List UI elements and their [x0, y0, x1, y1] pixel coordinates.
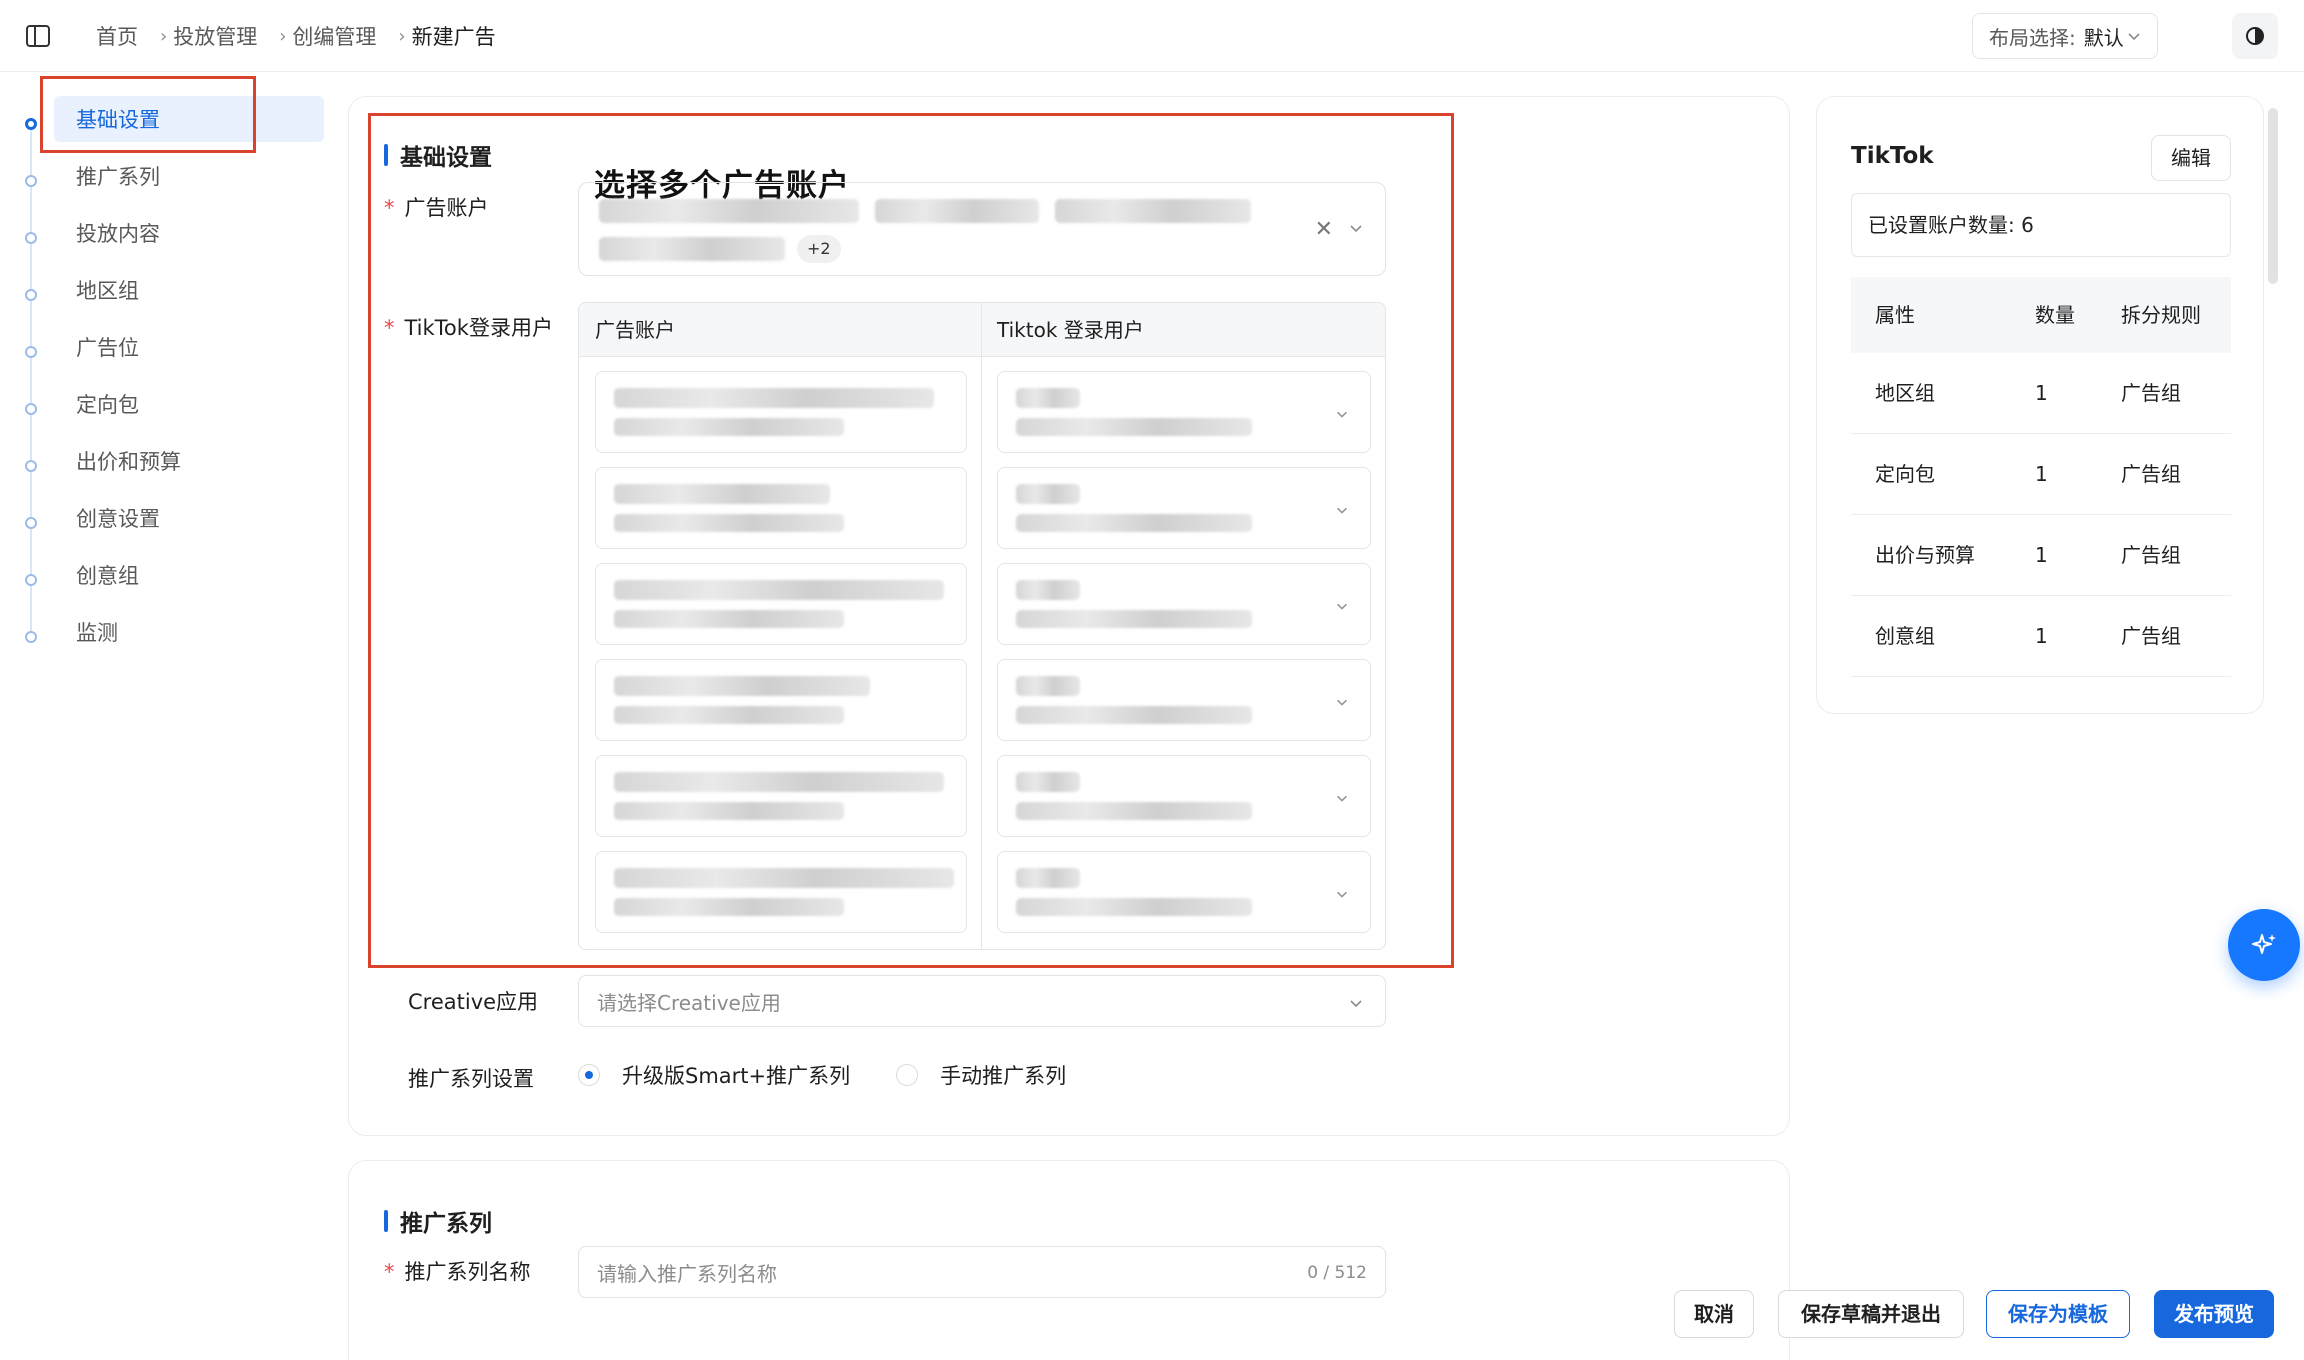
step-dot [25, 175, 37, 187]
chevron-right-icon: › [160, 25, 168, 47]
step-dot [25, 517, 37, 529]
creative-app-label: Creative应用 [408, 990, 539, 1014]
publish-preview-button[interactable]: 发布预览 [2154, 1290, 2274, 1338]
breadcrumb-creation[interactable]: › 创编管理 [257, 21, 376, 51]
title-accent-bar [384, 1210, 388, 1232]
layout-select[interactable]: 布局选择: 默认 [1972, 13, 2158, 59]
step-region-group[interactable]: 地区组 [0, 267, 330, 324]
summary-table: 属性 数量 拆分规则 地区组 1 广告组 定向包 1 广告组 出价与预算 1 广告组 创意组… [1851, 277, 2231, 677]
annotation-highlight-main [368, 113, 1454, 968]
section-title-series: 推广系列 [384, 1204, 492, 1238]
breadcrumb-current: › 新建广告 [398, 25, 496, 49]
breadcrumb-home[interactable]: ›首页 [96, 21, 138, 51]
step-dot [25, 289, 37, 301]
step-dot [25, 574, 37, 586]
step-content[interactable]: 投放内容 [0, 210, 330, 267]
ai-assistant-sparkle-icon[interactable] [2228, 909, 2300, 981]
character-counter: 0 / 512 [1307, 1263, 1367, 1283]
chevron-down-icon [2128, 33, 2140, 41]
step-creative-settings[interactable]: 创意设置 [0, 495, 330, 552]
series-name-label: * 推广系列名称 [384, 1260, 531, 1284]
sidebar-toggle-icon[interactable] [24, 22, 52, 50]
layout-select-label: 布局选择: [1989, 25, 2076, 50]
layout-select-value: 默认 [2083, 25, 2124, 50]
radio-smart-plus-series[interactable]: 升级版Smart+推广系列 [578, 1060, 850, 1090]
cancel-button[interactable]: 取消 [1674, 1290, 1754, 1338]
step-placement[interactable]: 广告位 [0, 324, 330, 381]
radio-indicator [578, 1064, 600, 1086]
radio-manual-series[interactable]: 手动推广系列 [896, 1060, 1066, 1090]
save-draft-exit-button[interactable]: 保存草稿并退出 [1778, 1290, 1964, 1338]
table-row: 定向包 1 广告组 [1851, 434, 2231, 515]
annotation-highlight-nav [40, 76, 256, 153]
creative-app-select[interactable]: 请选择Creative应用 [578, 975, 1386, 1027]
step-series[interactable]: 推广系列 [0, 153, 330, 210]
theme-toggle-icon[interactable] [2232, 13, 2278, 59]
summary-platform-title: TikTok [1851, 143, 1934, 169]
step-tracking[interactable]: 监测 [0, 609, 330, 666]
step-nav: 基础设置 推广系列 投放内容 地区组 广告位 定向包 出价和预算 创意设置 创意… [0, 96, 330, 666]
edit-button[interactable]: 编辑 [2151, 135, 2231, 181]
table-row: 创意组 1 广告组 [1851, 596, 2231, 677]
series-name-input[interactable]: 请输入推广系列名称 0 / 512 [578, 1246, 1386, 1298]
table-row: 地区组 1 广告组 [1851, 353, 2231, 434]
scrollbar-thumb[interactable] [2268, 108, 2278, 284]
radio-indicator [896, 1064, 919, 1086]
summary-table-header: 属性 数量 拆分规则 [1851, 277, 2231, 353]
account-count-display: 已设置账户数量: 6 [1851, 193, 2231, 257]
step-dot [25, 631, 37, 643]
chevron-right-icon: › [398, 25, 406, 47]
series-setting-label: 推广系列设置 [408, 1067, 534, 1091]
summary-card: TikTok 编辑 已设置账户数量: 6 属性 数量 拆分规则 地区组 1 广告组 … [1816, 96, 2264, 714]
series-type-radio-group: 升级版Smart+推广系列 手动推广系列 [578, 1060, 1112, 1090]
chevron-right-icon: › [279, 25, 287, 47]
step-creative-group[interactable]: 创意组 [0, 552, 330, 609]
series-name-placeholder: 请输入推广系列名称 [597, 1261, 777, 1286]
step-dot [25, 403, 37, 415]
save-as-template-button[interactable]: 保存为模板 [1986, 1290, 2130, 1338]
creative-app-placeholder: 请选择Creative应用 [597, 990, 781, 1015]
top-bar: ›首页 ›投放管理 ›创编管理 ›新建广告 布局选择: 默认 [0, 0, 2304, 72]
breadcrumb: ›首页 ›投放管理 ›创编管理 ›新建广告 [96, 0, 496, 72]
step-dot [25, 346, 37, 358]
step-dot [25, 118, 37, 130]
step-targeting[interactable]: 定向包 [0, 381, 330, 438]
step-dot [25, 460, 37, 472]
breadcrumb-delivery[interactable]: › 投放管理 [138, 21, 257, 51]
step-dot [25, 232, 37, 244]
table-row: 出价与预算 1 广告组 [1851, 515, 2231, 596]
chevron-down-icon [1350, 1000, 1362, 1008]
step-bid-budget[interactable]: 出价和预算 [0, 438, 330, 495]
